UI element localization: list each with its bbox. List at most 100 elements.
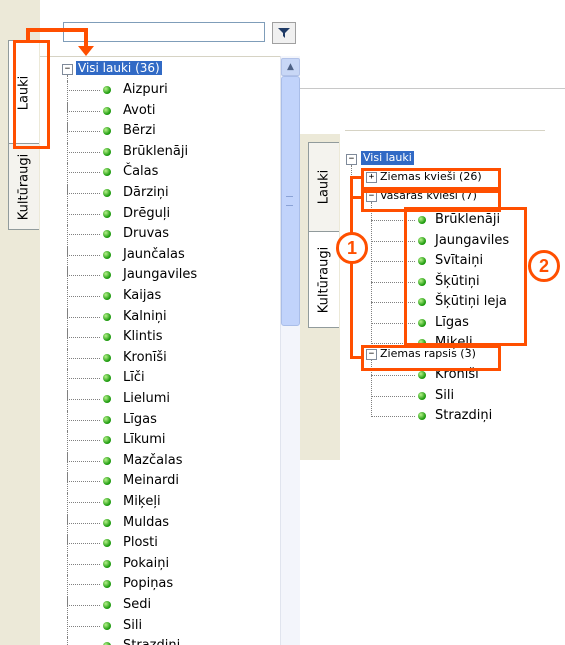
tree-connector (67, 369, 100, 380)
tree-item-label: Pokaiņi (123, 555, 170, 571)
tree-item[interactable]: Strazdiņi (371, 408, 531, 428)
tree-item[interactable]: Sili (371, 388, 531, 408)
tab-kulturaugi[interactable]: Kultūraugi (8, 143, 39, 230)
green-dot-icon (103, 147, 111, 156)
tree-item[interactable]: Plosti (40, 534, 280, 554)
tree-item-label: Mazčalas (123, 452, 183, 468)
tree-item[interactable]: Kalniņi (40, 307, 280, 328)
tree-item[interactable]: Druvas (40, 225, 280, 245)
green-dot-icon (103, 580, 111, 589)
tree-item-label: Plosti (123, 535, 158, 551)
green-dot-icon (103, 601, 111, 609)
tree-root[interactable]: Visi lauki (36) (76, 61, 162, 75)
tree-item[interactable]: Līči (40, 369, 280, 389)
tree-item-label: Aizpuri (123, 82, 168, 97)
green-dot-icon (103, 209, 111, 218)
tree-connector (371, 408, 415, 417)
tree-item[interactable]: Klintis (40, 328, 280, 348)
tree-item-label: Kalniņi (123, 308, 167, 324)
green-dot-icon (103, 539, 111, 548)
tree-item[interactable]: Popiņas (40, 575, 280, 595)
callout-box-items (404, 207, 527, 346)
tree-item[interactable]: Muldas (40, 513, 280, 534)
collapse-icon[interactable]: − (62, 64, 73, 75)
tree-item-label: Čalas (123, 164, 159, 180)
tree-connector (67, 348, 100, 359)
tree-item[interactable]: Kronīši (40, 348, 280, 369)
tree-item-label: Miķeļi (123, 494, 161, 509)
tree-item[interactable]: Dārziņi (40, 184, 280, 204)
tree-connector (67, 328, 100, 339)
green-dot-icon (103, 353, 111, 362)
green-dot-icon (103, 127, 111, 136)
green-dot-icon (103, 415, 111, 424)
tree-connector (67, 575, 100, 586)
tree-item[interactable]: Jaunčalas (40, 245, 280, 266)
green-dot-icon (103, 292, 111, 300)
green-dot-icon (418, 412, 426, 420)
tree-item-label: Brūklenāji (123, 143, 189, 159)
tree-connector (67, 122, 100, 133)
tree-item[interactable]: Sili (40, 616, 280, 637)
green-dot-icon (103, 333, 111, 342)
tree-item[interactable]: Brūklenāji (40, 142, 280, 163)
tree-root[interactable]: Visi lauki (361, 151, 414, 165)
tree-item[interactable]: Meinardi (40, 472, 280, 492)
tree-item[interactable]: Pokaiņi (40, 554, 280, 575)
filter-button[interactable] (272, 22, 296, 44)
callout-connector (350, 356, 364, 359)
tree-connector (67, 513, 100, 524)
tab-lauki[interactable]: Lauki (308, 142, 339, 232)
tree-item[interactable]: Lielumi (40, 390, 280, 410)
tree-item-label: Drēguļi (123, 205, 171, 221)
tree-item[interactable]: Miķeļi (40, 493, 280, 513)
tree-connector (67, 451, 100, 462)
green-dot-icon (103, 230, 111, 239)
tree-item[interactable]: Jaungaviles (40, 266, 280, 286)
tree-item[interactable]: Mazčalas (40, 451, 280, 472)
tree-item[interactable]: Līgas (40, 410, 280, 431)
callout-connector (350, 196, 364, 199)
tree-connector (67, 225, 100, 236)
tab-kulturaugi[interactable]: Kultūraugi (308, 231, 339, 328)
scroll-up-button[interactable]: ▲ (281, 58, 300, 76)
tree-connector (67, 472, 100, 483)
tree-connector (67, 431, 100, 442)
tree-item-label: Sedi (123, 597, 152, 612)
green-dot-icon (103, 271, 111, 280)
green-dot-icon (103, 498, 111, 506)
callout-number-2: 2 (528, 250, 560, 282)
tree-item-label: Kaijas (123, 288, 162, 303)
tree-item[interactable]: Avoti (40, 101, 280, 122)
tree-item-label: Līgas (123, 411, 157, 427)
collapse-icon[interactable]: − (346, 154, 357, 165)
tree-item[interactable]: Bērzi (40, 122, 280, 142)
callout-box-lauki (13, 40, 50, 149)
tree-item-label: Strazdiņi (123, 638, 180, 645)
tree-connector (67, 163, 100, 174)
tree-item[interactable]: Strazdiņi (40, 637, 280, 645)
green-dot-icon (103, 395, 111, 403)
right-vertical-tabs: Lauki Kultūraugi (300, 134, 340, 460)
green-dot-icon (103, 106, 111, 115)
left-tree: − Visi lauki (36) Aizpuri Avoti Bērzi Brūkl… (40, 56, 280, 645)
tree-item[interactable]: Līkumi (40, 431, 280, 451)
tree-item[interactable]: Aizpuri (40, 81, 280, 101)
green-dot-icon (103, 189, 111, 197)
tree-connector (67, 554, 100, 565)
tree-item-label: Strazdiņi (435, 408, 493, 423)
tree-connector (67, 101, 100, 112)
right-toolbar (300, 88, 565, 135)
green-dot-icon (103, 168, 111, 177)
green-dot-icon (418, 371, 426, 379)
tree-item-label: Sili (123, 617, 143, 633)
tree-item[interactable]: Čalas (40, 163, 280, 183)
tree-item[interactable]: Sedi (40, 596, 280, 616)
tree-item-label: Kronīši (123, 349, 167, 365)
tree-item-label: Lielumi (123, 391, 170, 406)
tree-item[interactable]: Kaijas (40, 287, 280, 307)
tree-connector (67, 534, 100, 545)
tree-connector (67, 287, 100, 297)
callout-connector (350, 176, 364, 179)
tree-item[interactable]: Drēguļi (40, 204, 280, 225)
